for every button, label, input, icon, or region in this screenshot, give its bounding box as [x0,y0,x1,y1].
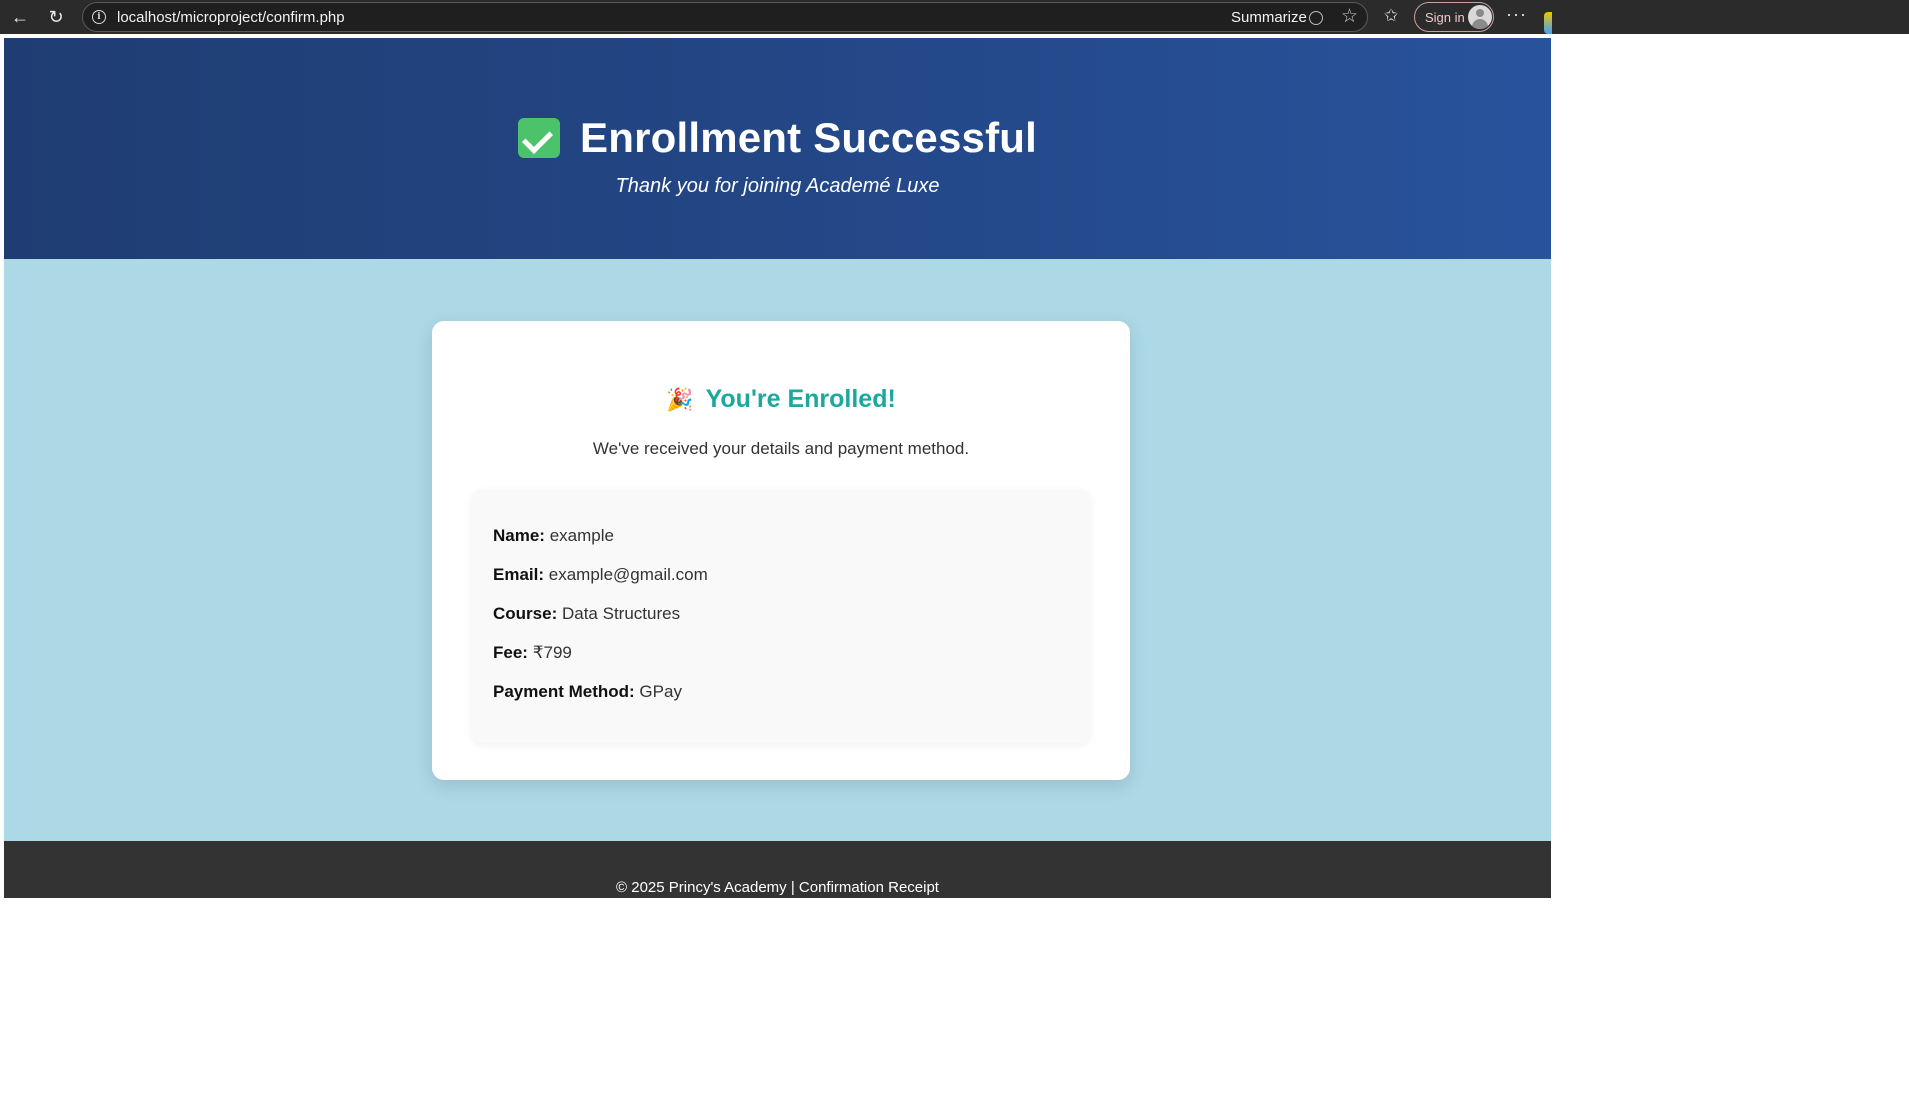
page-title: Enrollment Successful [580,114,1037,161]
check-mark-icon [518,118,560,158]
detail-label: Course: [493,604,558,623]
site-info-icon[interactable]: i [92,10,106,24]
detail-label: Name: [493,526,545,545]
detail-label: Email: [493,565,545,584]
hero-header: Enrollment Successful Thank you for join… [4,38,1551,259]
more-options-icon[interactable]: ··· [1506,4,1527,25]
detail-email: Email: example@gmail.com [493,565,708,585]
address-bar[interactable]: i localhost/microproject/confirm.php Sum… [82,2,1368,32]
main-content: 🎉 You're Enrolled! We've received your d… [4,259,1551,841]
favorites-icon[interactable]: ✩ [1384,6,1398,26]
detail-value: Data Structures [561,604,681,623]
summarize-icon[interactable] [1309,11,1323,25]
detail-label: Payment Method: [493,682,635,701]
detail-course: Course: Data Structures [493,604,680,624]
confirmation-card: 🎉 You're Enrolled! We've received your d… [432,321,1130,780]
footer: © 2025 Princy's Academy | Confirmation R… [4,841,1551,898]
sign-in-label: Sign in [1425,10,1465,25]
card-title-row: 🎉 You're Enrolled! [432,385,1130,414]
page: Enrollment Successful Thank you for join… [4,38,1551,898]
party-popper-icon: 🎉 [666,386,694,412]
detail-label: Fee: [493,643,528,662]
detail-payment-method: Payment Method: GPay [493,682,682,702]
detail-name: Name: example [493,526,614,546]
details-panel: Name: example Email: example@gmail.com C… [472,489,1090,743]
detail-value: example@gmail.com [548,565,708,584]
sign-in-button[interactable]: Sign in [1414,2,1494,32]
reload-icon[interactable]: ↻ [44,5,68,29]
card-title: You're Enrolled! [705,385,896,413]
back-arrow-icon[interactable]: ← [8,5,32,29]
sidebar-edge [1540,0,1552,34]
footer-text: © 2025 Princy's Academy | Confirmation R… [616,879,939,896]
detail-value: example [549,526,614,545]
bookmark-star-icon[interactable]: ☆ [1341,7,1358,27]
hero-subtitle: Thank you for joining Academé Luxe [615,175,940,197]
url-text[interactable]: localhost/microproject/confirm.php [117,9,345,26]
detail-fee: Fee: ₹799 [493,643,572,663]
detail-value: GPay [639,682,682,701]
detail-value: ₹799 [532,643,572,662]
summarize-button[interactable]: Summarize [1231,9,1307,26]
browser-toolbar: ← ↻ i localhost/microproject/confirm.php… [0,0,1909,34]
card-subtitle: We've received your details and payment … [592,439,970,458]
hero-title-row: Enrollment Successful [4,114,1551,162]
avatar-icon [1468,5,1492,29]
